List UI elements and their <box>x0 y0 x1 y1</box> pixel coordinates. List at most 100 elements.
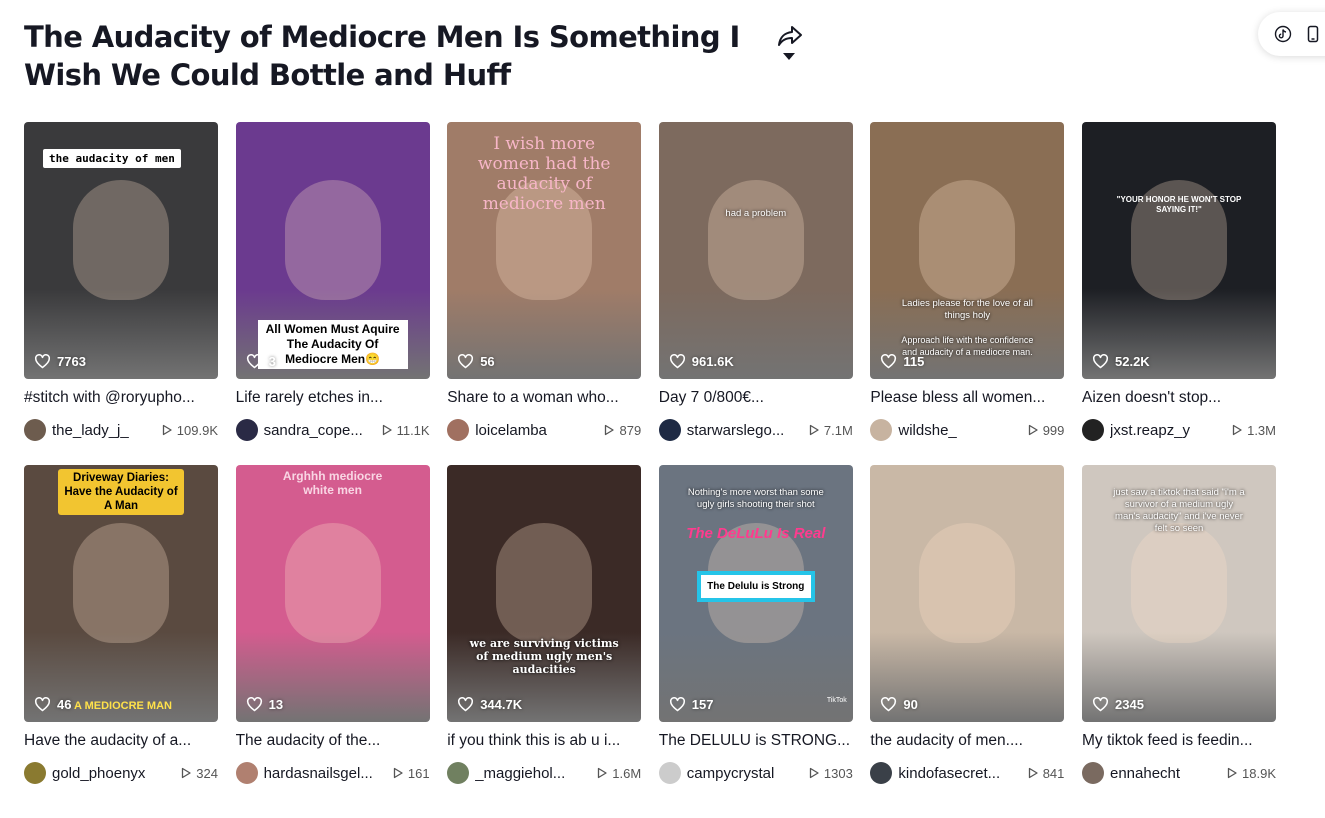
video-card[interactable]: the audacity of men 7763 #stitch with @r… <box>24 122 218 442</box>
video-caption[interactable]: Share to a woman who... <box>447 388 641 408</box>
like-count-value: 7763 <box>57 354 86 369</box>
avatar[interactable] <box>870 419 893 441</box>
share-button[interactable] <box>776 24 806 68</box>
video-card[interactable]: All Women Must Aquire The Audacity Of Me… <box>235 122 430 442</box>
username[interactable]: ennahecht <box>1110 765 1220 782</box>
play-count: 1.3M <box>1231 423 1276 438</box>
video-thumbnail[interactable]: 90 <box>870 465 1065 722</box>
video-card[interactable]: 90 the audacity of men.... kindofasecret… <box>870 465 1065 785</box>
avatar[interactable] <box>447 762 470 784</box>
video-caption[interactable]: The audacity of the... <box>236 731 430 751</box>
like-count: 13 <box>246 696 283 713</box>
avatar[interactable] <box>658 762 681 784</box>
like-count: 7763 <box>34 353 86 370</box>
play-icon <box>605 424 615 436</box>
like-count-value: 13 <box>268 697 284 712</box>
video-thumbnail[interactable]: just saw a tiktok that said "i'm a survi… <box>1082 465 1276 722</box>
video-thumbnail[interactable]: Ladies please for the love of all things… <box>870 122 1065 379</box>
video-thumbnail[interactable]: Driveway Diaries: Have the Audacity of A… <box>24 465 218 722</box>
video-caption[interactable]: the audacity of men.... <box>870 731 1064 751</box>
video-caption[interactable]: Have the audacity of a... <box>24 731 218 751</box>
play-count-value: 1.3M <box>1247 422 1276 438</box>
video-overlay-text: All Women Must Aquire The Audacity Of Me… <box>257 320 408 369</box>
username[interactable]: sandra_cope... <box>264 422 375 439</box>
username[interactable]: starwarslego... <box>687 422 802 439</box>
avatar[interactable] <box>24 762 46 784</box>
video-thumbnail[interactable]: I wish more women had the audacity of me… <box>447 122 642 379</box>
video-card[interactable]: just saw a tiktok that said "i'm a survi… <box>1082 465 1276 785</box>
video-thumbnail[interactable]: "YOUR HONOR HE WON'T STOP SAYING IT!" 52… <box>1082 122 1276 379</box>
video-card[interactable]: I wish more women had the audacity of me… <box>447 122 642 442</box>
page-title: The Audacity of Mediocre Men Is Somethin… <box>24 20 740 92</box>
person-figure <box>1131 523 1227 644</box>
avatar[interactable] <box>658 419 681 441</box>
play-icon <box>1227 767 1237 779</box>
avatar[interactable] <box>870 762 893 784</box>
heart-icon <box>881 354 897 369</box>
video-card[interactable]: had a problem 961.6K Day 7 0/800€... sta… <box>658 122 853 442</box>
video-thumbnail[interactable]: had a problem 961.6K <box>658 122 853 379</box>
username[interactable]: the_lady_j_ <box>52 422 155 439</box>
video-caption[interactable]: My tiktok feed is feedin... <box>1082 731 1276 751</box>
video-overlay-text: Arghhh mediocre white men <box>282 469 383 497</box>
like-count-value: 3 <box>268 354 276 369</box>
phone-icon[interactable] <box>1304 25 1322 43</box>
video-card[interactable]: Nothing's more worst than some ugly girl… <box>658 465 853 785</box>
username[interactable]: wildshe_ <box>898 422 1020 439</box>
video-caption[interactable]: Please bless all women... <box>870 388 1064 408</box>
video-thumbnail[interactable]: we are surviving victims of medium ugly … <box>447 465 642 722</box>
play-count-value: 18.9K <box>1242 765 1276 781</box>
video-overlay-text: "YOUR HONOR HE WON'T STOP SAYING IT!" <box>1116 195 1242 214</box>
video-caption[interactable]: Day 7 0/800€... <box>659 388 853 408</box>
side-toolbar <box>1258 12 1325 56</box>
video-thumbnail[interactable]: All Women Must Aquire The Audacity Of Me… <box>235 122 430 379</box>
like-count-value: 115 <box>903 354 925 369</box>
username[interactable]: campycrystal <box>687 765 802 782</box>
person-figure <box>496 523 593 644</box>
video-caption[interactable]: #stitch with @roryupho... <box>24 388 218 408</box>
heart-icon <box>246 354 262 369</box>
video-card[interactable]: "YOUR HONOR HE WON'T STOP SAYING IT!" 52… <box>1082 122 1276 442</box>
video-overlay-text: Driveway Diaries: Have the Audacity of A… <box>58 469 184 515</box>
username[interactable]: kindofasecret... <box>898 765 1020 782</box>
like-count: 90 <box>880 696 918 713</box>
video-caption[interactable]: Aizen doesn't stop... <box>1082 388 1276 408</box>
avatar[interactable] <box>447 419 470 441</box>
play-count-value: 109.9K <box>176 422 218 438</box>
video-card[interactable]: Arghhh mediocre white men 13 The audacit… <box>235 465 430 785</box>
heart-icon <box>246 697 262 712</box>
share-arrow-icon <box>778 26 802 46</box>
username[interactable]: gold_phoenyx <box>52 765 174 782</box>
play-count-value: 324 <box>196 765 218 781</box>
video-caption[interactable]: Life rarely etches in... <box>236 388 430 408</box>
avatar[interactable] <box>235 762 258 784</box>
play-count-value: 161 <box>407 765 430 781</box>
play-count: 879 <box>603 423 641 438</box>
tiktok-logo-icon[interactable] <box>1274 25 1292 43</box>
video-card[interactable]: Driveway Diaries: Have the Audacity of A… <box>24 465 218 785</box>
video-caption[interactable]: if you think this is ab u i... <box>447 731 641 751</box>
avatar[interactable] <box>1082 762 1104 784</box>
avatar[interactable] <box>235 419 258 441</box>
play-count: 161 <box>392 766 430 781</box>
video-thumbnail[interactable]: Arghhh mediocre white men 13 <box>235 465 430 722</box>
avatar[interactable] <box>24 419 46 441</box>
play-icon <box>162 424 172 436</box>
person-figure <box>284 523 381 644</box>
video-card[interactable]: Ladies please for the love of all things… <box>870 122 1065 442</box>
video-thumbnail[interactable]: the audacity of men 7763 <box>24 122 218 379</box>
username[interactable]: _maggiehol... <box>475 765 590 782</box>
video-caption[interactable]: The DELULU is STRONG... <box>659 731 853 751</box>
video-meta: jxst.reapz_y 1.3M <box>1082 418 1276 442</box>
avatar[interactable] <box>1082 419 1104 441</box>
like-count: 344.7K <box>457 696 522 713</box>
username[interactable]: jxst.reapz_y <box>1110 422 1225 439</box>
username[interactable]: hardasnailsgel... <box>264 765 386 782</box>
heart-icon <box>458 354 474 369</box>
caret-down-icon[interactable] <box>776 50 804 64</box>
video-card[interactable]: we are surviving victims of medium ugly … <box>447 465 642 785</box>
video-overlay-text-2: A MEDIOCRE MAN <box>74 700 172 712</box>
heart-icon <box>458 697 474 712</box>
username[interactable]: loicelamba <box>475 422 597 439</box>
video-thumbnail[interactable]: Nothing's more worst than some ugly girl… <box>658 465 853 722</box>
